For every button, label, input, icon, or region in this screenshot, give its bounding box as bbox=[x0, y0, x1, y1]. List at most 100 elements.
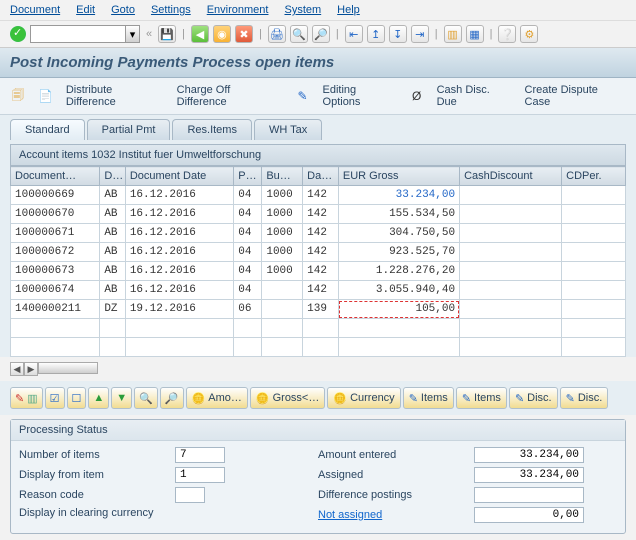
cell-cashdisc[interactable] bbox=[460, 205, 562, 224]
save-icon[interactable]: 💾 bbox=[158, 25, 176, 43]
cell-days[interactable]: 142 bbox=[303, 243, 339, 262]
cell-gross[interactable]: 304.750,50 bbox=[338, 224, 459, 243]
col-doctype[interactable]: D… bbox=[100, 167, 126, 186]
cell-cdper[interactable] bbox=[562, 300, 626, 319]
cell-days[interactable]: 139 bbox=[303, 300, 339, 319]
cell-postkey[interactable]: 04 bbox=[234, 186, 262, 205]
cell-gross[interactable]: 105,00 bbox=[338, 300, 459, 319]
cell-cdper[interactable] bbox=[562, 205, 626, 224]
last-page-icon[interactable]: ⇥ bbox=[411, 25, 429, 43]
gross-button[interactable]: 🪙Gross<… bbox=[250, 387, 325, 409]
cell-document[interactable]: 100000669 bbox=[11, 186, 100, 205]
cell-busarea[interactable] bbox=[262, 300, 303, 319]
cell-postkey[interactable]: 04 bbox=[234, 224, 262, 243]
next-page-icon[interactable]: ↧ bbox=[389, 25, 407, 43]
col-cashdisc[interactable]: CashDiscount bbox=[460, 167, 562, 186]
col-document[interactable]: Document… bbox=[11, 167, 100, 186]
cell-busarea[interactable]: 1000 bbox=[262, 224, 303, 243]
cell-cashdisc[interactable] bbox=[460, 300, 562, 319]
cell-doctype[interactable]: AB bbox=[100, 281, 126, 300]
edit-button[interactable]: ✎▥ bbox=[10, 387, 43, 409]
new-session-icon[interactable]: ▥ bbox=[444, 25, 462, 43]
command-dropdown-icon[interactable]: ▾ bbox=[125, 26, 139, 42]
cell-doctype[interactable]: AB bbox=[100, 205, 126, 224]
prev-page-icon[interactable]: ↥ bbox=[367, 25, 385, 43]
sort-asc-button[interactable]: ▲ bbox=[88, 387, 109, 409]
cell-busarea[interactable] bbox=[262, 281, 303, 300]
cell-days[interactable]: 142 bbox=[303, 281, 339, 300]
choose-icon[interactable]: 🗐 bbox=[10, 88, 26, 104]
number-of-items-field[interactable] bbox=[175, 447, 225, 463]
cell-document[interactable]: 100000673 bbox=[11, 262, 100, 281]
cell-document[interactable]: 100000670 bbox=[11, 205, 100, 224]
shortcut-icon[interactable]: ▦ bbox=[466, 25, 484, 43]
select-all-button[interactable]: ☑ bbox=[45, 387, 65, 409]
cell-days[interactable]: 142 bbox=[303, 205, 339, 224]
cell-cdper[interactable] bbox=[562, 186, 626, 205]
reason-code-field[interactable] bbox=[175, 487, 205, 503]
find-icon[interactable]: 🔍 bbox=[290, 25, 308, 43]
col-days[interactable]: Da… bbox=[303, 167, 339, 186]
disc-deactivate-button[interactable]: ✎Disc. bbox=[560, 387, 609, 409]
cell-doctype[interactable]: AB bbox=[100, 243, 126, 262]
find-next-icon[interactable]: 🔎 bbox=[312, 25, 330, 43]
cell-document[interactable]: 100000671 bbox=[11, 224, 100, 243]
cell-gross[interactable]: 3.055.940,40 bbox=[338, 281, 459, 300]
cell-date[interactable]: 16.12.2016 bbox=[125, 281, 233, 300]
tab-res-items[interactable]: Res.Items bbox=[172, 119, 252, 140]
table-row[interactable]: 100000674AB16.12.201604 1423.055.940,40 bbox=[11, 281, 626, 300]
distribute-difference-button[interactable]: Distribute Difference bbox=[66, 84, 165, 108]
cell-doctype[interactable]: AB bbox=[100, 224, 126, 243]
help-icon[interactable]: ❔ bbox=[498, 25, 516, 43]
cell-busarea[interactable]: 1000 bbox=[262, 262, 303, 281]
cell-days[interactable]: 142 bbox=[303, 224, 339, 243]
cell-postkey[interactable]: 04 bbox=[234, 205, 262, 224]
charge-off-difference-button[interactable]: Charge Off Difference bbox=[177, 84, 283, 108]
menu-edit[interactable]: Edit bbox=[76, 4, 95, 16]
cell-date[interactable]: 16.12.2016 bbox=[125, 224, 233, 243]
amount-button[interactable]: 🪙Amo… bbox=[186, 387, 248, 409]
cell-cashdisc[interactable] bbox=[460, 243, 562, 262]
exit-icon[interactable]: ◉ bbox=[213, 25, 231, 43]
col-cdper[interactable]: CDPer. bbox=[562, 167, 626, 186]
cell-date[interactable]: 19.12.2016 bbox=[125, 300, 233, 319]
items-deactivate-button[interactable]: ✎Items bbox=[456, 387, 507, 409]
cell-date[interactable]: 16.12.2016 bbox=[125, 186, 233, 205]
table-row[interactable]: 100000673AB16.12.20160410001421.228.276,… bbox=[11, 262, 626, 281]
menu-goto[interactable]: Goto bbox=[111, 4, 135, 16]
find-next-button[interactable]: 🔎 bbox=[160, 387, 184, 409]
print-icon[interactable]: 🖨 bbox=[268, 25, 286, 43]
cell-days[interactable]: 142 bbox=[303, 262, 339, 281]
cancel-icon[interactable]: ✖ bbox=[235, 25, 253, 43]
cell-busarea[interactable]: 1000 bbox=[262, 243, 303, 262]
scroll-left-icon[interactable]: ◀ bbox=[10, 362, 24, 376]
cell-postkey[interactable]: 04 bbox=[234, 281, 262, 300]
cell-cdper[interactable] bbox=[562, 224, 626, 243]
cell-cdper[interactable] bbox=[562, 262, 626, 281]
col-postkey[interactable]: P… bbox=[234, 167, 262, 186]
scroll-thumb[interactable] bbox=[38, 362, 98, 374]
table-row[interactable]: 100000671AB16.12.2016041000142304.750,50 bbox=[11, 224, 626, 243]
cell-document[interactable]: 100000674 bbox=[11, 281, 100, 300]
first-page-icon[interactable]: ⇤ bbox=[345, 25, 363, 43]
overview-icon[interactable]: 📄 bbox=[38, 88, 54, 104]
cell-cdper[interactable] bbox=[562, 243, 626, 262]
tab-partial-pmt[interactable]: Partial Pmt bbox=[87, 119, 171, 140]
cell-gross[interactable]: 923.525,70 bbox=[338, 243, 459, 262]
col-gross[interactable]: EUR Gross bbox=[338, 167, 459, 186]
editing-options-button[interactable]: Editing Options bbox=[323, 84, 397, 108]
cell-gross[interactable]: 33.234,00 bbox=[338, 186, 459, 205]
scroll-track[interactable] bbox=[38, 362, 626, 376]
disc-activate-button[interactable]: ✎Disc. bbox=[509, 387, 558, 409]
col-busarea[interactable]: Bu… bbox=[262, 167, 303, 186]
cell-busarea[interactable]: 1000 bbox=[262, 205, 303, 224]
command-field[interactable]: ▾ bbox=[30, 25, 140, 43]
cell-postkey[interactable]: 04 bbox=[234, 262, 262, 281]
menu-document[interactable]: Document bbox=[10, 4, 60, 16]
cell-date[interactable]: 16.12.2016 bbox=[125, 243, 233, 262]
table-row[interactable]: 100000670AB16.12.2016041000142155.534,50 bbox=[11, 205, 626, 224]
cell-cashdisc[interactable] bbox=[460, 224, 562, 243]
tab-standard[interactable]: Standard bbox=[10, 119, 85, 140]
horizontal-scrollbar[interactable]: ◀ ▶ bbox=[10, 361, 626, 377]
cash-disc-due-button[interactable]: Cash Disc. Due bbox=[437, 84, 513, 108]
